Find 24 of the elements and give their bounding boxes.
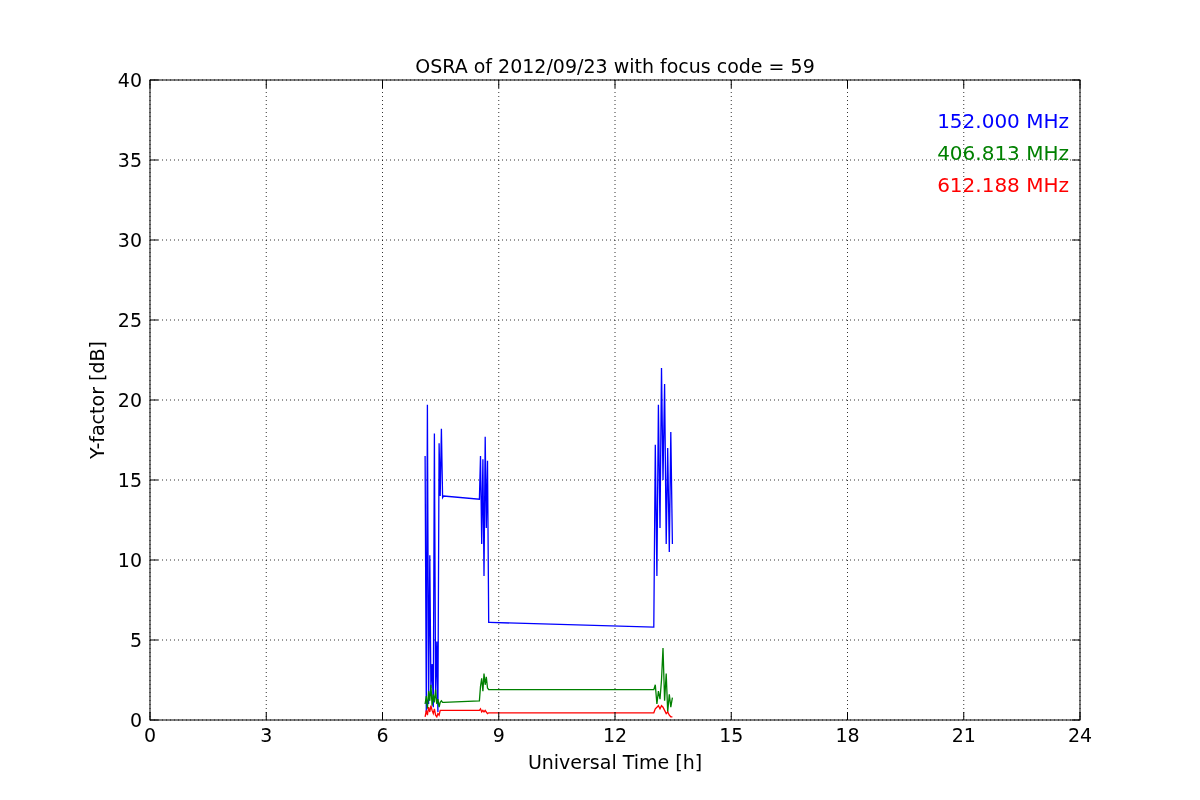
chart-title: OSRA of 2012/09/23 with focus code = 59	[415, 55, 815, 77]
x-tick-label: 12	[602, 724, 628, 746]
x-tick-label: 18	[835, 724, 860, 746]
x-tick-label: 0	[143, 724, 157, 746]
y-tick-label: 40	[117, 69, 142, 91]
legend-label: 152.000 MHz	[937, 109, 1069, 133]
legend-label: 612.188 MHz	[937, 173, 1069, 197]
x-tick-label: 15	[719, 724, 744, 746]
y-axis-label: Y-factor [dB]	[86, 341, 108, 459]
y-tick-label: 10	[117, 549, 142, 571]
x-tick-label: 21	[951, 724, 976, 746]
y-tick-label: 25	[117, 309, 142, 331]
y-tick-label: 35	[117, 149, 142, 171]
y-tick-label: 30	[117, 229, 142, 251]
legend-label: 406.813 MHz	[937, 141, 1069, 165]
y-tick-label: 20	[117, 389, 142, 411]
x-tick-label: 6	[376, 724, 389, 746]
x-tick-label: 9	[492, 724, 505, 746]
x-tick-label: 24	[1067, 724, 1093, 746]
x-tick-label: 3	[260, 724, 273, 746]
y-tick-label: 5	[129, 629, 142, 651]
y-tick-label: 15	[117, 469, 142, 491]
y-tick-label: 0	[129, 709, 142, 731]
x-axis-label: Universal Time [h]	[527, 751, 703, 773]
